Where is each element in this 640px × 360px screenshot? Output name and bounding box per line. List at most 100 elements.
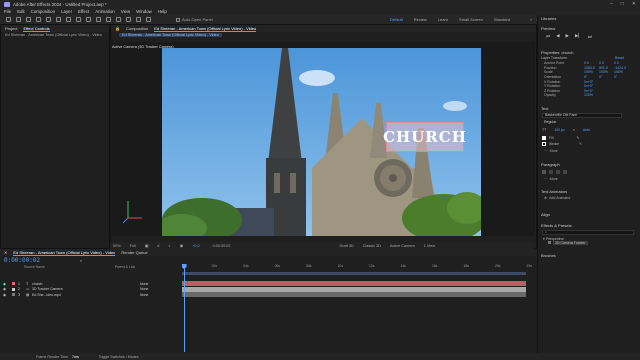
workspace-default[interactable]: Default bbox=[390, 17, 403, 22]
tab-effect-controls[interactable]: Effect Controls bbox=[23, 26, 50, 32]
eraser-tool-icon[interactable] bbox=[126, 17, 131, 22]
workspace-standard[interactable]: Standard bbox=[494, 17, 510, 22]
prop-value-x[interactable]: 1083.5 bbox=[584, 66, 599, 70]
align-left-icon[interactable] bbox=[542, 169, 546, 174]
effects-presets-title[interactable]: Effects & Presets bbox=[538, 223, 640, 228]
church-text-layer[interactable]: CHURCH bbox=[383, 122, 466, 152]
prop-scale[interactable]: Scale 100% 100% 100% bbox=[538, 70, 640, 75]
close-icon[interactable]: ✕ bbox=[632, 1, 636, 7]
libraries-tab[interactable]: Libraries bbox=[538, 15, 640, 22]
align-panel-title[interactable]: Align bbox=[538, 212, 640, 217]
tab-render-queue[interactable]: Render Queue bbox=[121, 250, 147, 255]
prop-value-z[interactable]: 0.0 bbox=[614, 61, 629, 65]
stroke-swatch[interactable] bbox=[542, 141, 546, 146]
grid-icon[interactable]: # bbox=[157, 244, 159, 248]
resolution-dropdown[interactable]: Full bbox=[130, 244, 136, 248]
fill-swatch[interactable] bbox=[542, 135, 546, 140]
menu-edit[interactable]: Edit bbox=[17, 9, 25, 14]
menu-animation[interactable]: Animation bbox=[95, 9, 115, 14]
visibility-eye-icon[interactable]: ◉ bbox=[0, 287, 12, 291]
home-tool-icon[interactable] bbox=[6, 17, 11, 22]
close-tab-icon[interactable]: ✕ bbox=[4, 250, 7, 255]
brushes-panel-title[interactable]: Brushes bbox=[538, 253, 640, 258]
workspace-small-screen[interactable]: Small Screen bbox=[459, 17, 483, 22]
prop-anchor-point[interactable]: Anchor Point 0.0 0.0 0.0 bbox=[538, 61, 640, 66]
prop-value[interactable]: 0x+0° bbox=[584, 89, 599, 93]
prop-value-x[interactable]: 0° bbox=[584, 75, 599, 79]
prev-frame-icon[interactable]: ◀ bbox=[556, 33, 559, 39]
prop-value-x[interactable]: 0.0 bbox=[584, 61, 599, 65]
mask-icon[interactable]: ◐ bbox=[168, 244, 170, 248]
auto-open-checkbox[interactable] bbox=[176, 17, 180, 22]
prop-value-z[interactable]: 0° bbox=[614, 75, 629, 79]
zoom-tool-icon[interactable] bbox=[36, 17, 41, 22]
reset-button[interactable]: Reset bbox=[615, 56, 624, 60]
clone-tool-icon[interactable] bbox=[116, 17, 121, 22]
preview-panel-title[interactable]: Preview bbox=[538, 25, 640, 32]
hand-tool-icon[interactable] bbox=[26, 17, 31, 22]
visibility-eye-icon[interactable]: ◉ bbox=[0, 293, 12, 297]
font-size-value[interactable]: 100 px bbox=[554, 128, 565, 132]
workspace-more-icon[interactable]: » bbox=[530, 17, 532, 22]
exposure-value[interactable]: +0.0 bbox=[192, 244, 200, 248]
prop-opacity[interactable]: Opacity 100% bbox=[538, 93, 640, 98]
align-right-icon[interactable] bbox=[556, 169, 560, 174]
pen-tool-icon[interactable] bbox=[86, 17, 91, 22]
column-source-name[interactable]: Source Name bbox=[24, 265, 45, 269]
prop-value-y[interactable]: 0.0 bbox=[599, 61, 614, 65]
more-paragraph-button[interactable]: ··· More bbox=[538, 177, 640, 181]
layer-parent[interactable]: None bbox=[140, 282, 148, 286]
region-icon[interactable]: ▣ bbox=[145, 243, 149, 248]
puppet-tool-icon[interactable] bbox=[146, 17, 151, 22]
font-family-dropdown[interactable]: Baskerville Old Face bbox=[542, 112, 622, 118]
renderer-mode[interactable]: Classic 3D bbox=[363, 244, 381, 248]
layer-name[interactable]: 3D Tracker Camera bbox=[32, 287, 140, 291]
prop-orientation[interactable]: Orientation 0° 0° 0° bbox=[538, 75, 640, 80]
prop-value-y[interactable]: 891.9 bbox=[599, 66, 614, 70]
tab-composition-name[interactable]: Ed Sheeran - American Town (Official Lyr… bbox=[154, 26, 257, 32]
current-time-indicator[interactable] bbox=[184, 264, 185, 352]
timeline-search-icon[interactable]: ⌕ bbox=[80, 258, 82, 263]
layer-parent[interactable]: None bbox=[140, 287, 148, 291]
zoom-dropdown[interactable]: 50% bbox=[113, 244, 121, 248]
workspace-learn[interactable]: Learn bbox=[438, 17, 448, 22]
tab-project[interactable]: Project bbox=[5, 26, 17, 31]
prop-value-x[interactable]: 100% bbox=[584, 70, 599, 74]
tab-composition-label[interactable]: Composition bbox=[126, 26, 148, 31]
justify-icon[interactable] bbox=[563, 169, 567, 174]
tab-timeline[interactable]: Ed Sheeran - American Town (Official Lyr… bbox=[13, 250, 116, 256]
leading-value[interactable]: Auto bbox=[583, 128, 590, 132]
next-frame-icon[interactable]: ▶▏ bbox=[575, 33, 582, 39]
menu-effect[interactable]: Effect bbox=[78, 9, 89, 14]
layer-parent[interactable]: None bbox=[140, 293, 148, 297]
prop-value[interactable]: 0x+0° bbox=[584, 80, 599, 84]
prop-value[interactable]: 0x+0° bbox=[584, 84, 599, 88]
menu-layer[interactable]: Layer bbox=[61, 9, 72, 14]
camera-view-dropdown[interactable]: Active Camera bbox=[390, 244, 415, 248]
selection-tool-icon[interactable] bbox=[16, 17, 21, 22]
viewer-timecode[interactable]: 0:00:00:02 bbox=[213, 244, 231, 248]
prop-value-z[interactable]: 100% bbox=[614, 70, 629, 74]
lock-icon[interactable]: 🔒 bbox=[115, 26, 120, 31]
play-icon[interactable]: ▶ bbox=[566, 33, 569, 39]
rectangle-tool-icon[interactable] bbox=[76, 17, 81, 22]
fill-eyedropper-icon[interactable]: ✎ bbox=[576, 136, 579, 140]
prop-value-y[interactable]: 100% bbox=[599, 70, 614, 74]
add-animator-button[interactable]: ⊕ Add Animator bbox=[538, 196, 640, 200]
dolly-tool-icon[interactable] bbox=[66, 17, 71, 22]
layer-bar-camera[interactable] bbox=[182, 286, 526, 292]
prop-value-z[interactable]: -1424.4 bbox=[614, 66, 629, 70]
pan-tool-icon[interactable] bbox=[56, 17, 61, 22]
time-ruler[interactable]: 0s 02s 04s 06s 08s 10s 12s 14s 16s 18s 2… bbox=[182, 264, 532, 272]
auto-open-panel[interactable]: Auto-Open Panel bbox=[176, 17, 213, 22]
visibility-eye-icon[interactable]: ◉ bbox=[0, 282, 12, 286]
layer-row[interactable]: ◉ 3 ▤ Ed She...ideo.mp4 None bbox=[0, 292, 178, 298]
menu-composition[interactable]: Composition bbox=[31, 9, 55, 14]
prop-position[interactable]: Position 1083.5 891.9 -1424.4 bbox=[538, 66, 640, 71]
minimize-icon[interactable]: – bbox=[610, 1, 613, 7]
layer-bar-church[interactable] bbox=[182, 281, 526, 287]
paragraph-section-title[interactable]: Paragraph bbox=[538, 162, 640, 167]
more-text-button[interactable]: ··· More bbox=[538, 149, 640, 153]
roto-tool-icon[interactable] bbox=[136, 17, 141, 22]
layer-bar-video[interactable] bbox=[182, 292, 526, 298]
